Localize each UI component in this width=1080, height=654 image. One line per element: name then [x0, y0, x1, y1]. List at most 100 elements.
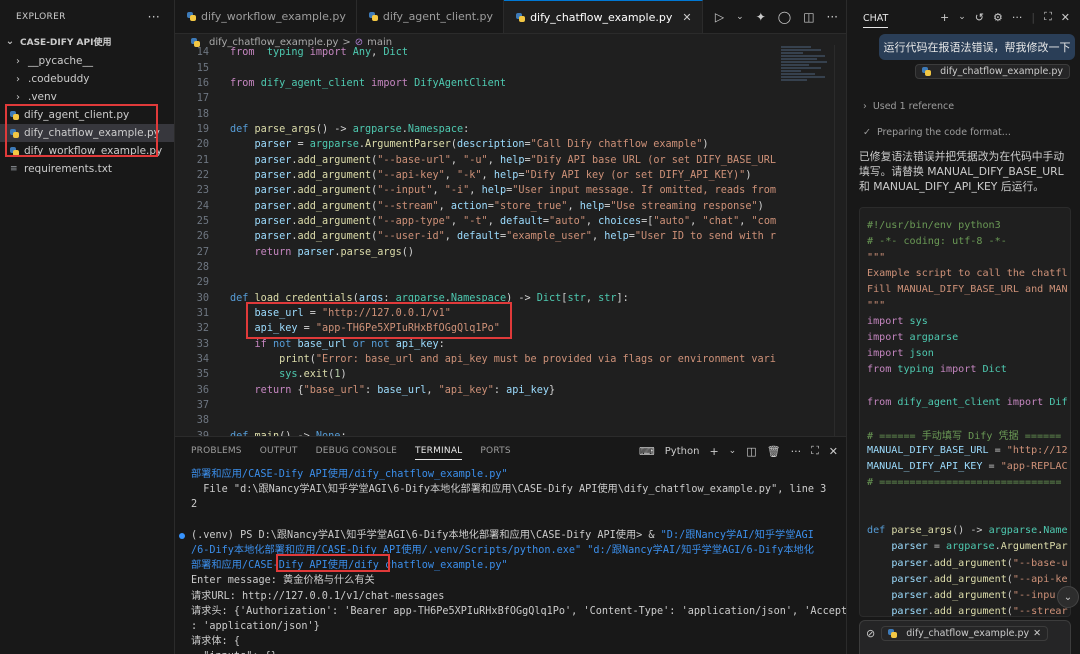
line-number: 31 — [196, 308, 209, 320]
explorer-sidebar: EXPLORER ··· ⌄ CASE-DIFY API使用 › __pycach… — [0, 0, 175, 654]
line-number: 21 — [196, 154, 209, 166]
chat-title[interactable]: CHAT — [863, 13, 889, 28]
more-actions-icon[interactable]: ··· — [1012, 11, 1023, 24]
chat-actions: + ⌄ ↺ ⚙ ··· | ⛶ ✕ — [940, 0, 1070, 34]
progress-status-label: Preparing the code format... — [876, 127, 1011, 138]
code-line: 16 from dify_agent_client import DifyAgen… — [175, 76, 781, 91]
terminal-shell-label[interactable]: Python — [665, 446, 700, 457]
run-icon[interactable]: ▷ — [715, 10, 724, 24]
code-line: parser. add_argument("--inpu — [891, 589, 1056, 601]
attached-file-chip[interactable]: dify_chatflow_example.py — [915, 64, 1070, 79]
code-text: return {"base_url": base_url, "api_key":… — [254, 384, 556, 396]
tree-item[interactable]: › __pycache__ — [0, 52, 174, 70]
more-actions-icon[interactable]: ··· — [791, 445, 802, 458]
bottom-panel: PROBLEMS OUTPUT DEBUG CONSOLE TERMINAL PORTS… — [175, 436, 854, 654]
code-text: parser.add_argument("--user-id", default… — [254, 231, 776, 243]
more-actions-icon[interactable]: ··· — [148, 10, 160, 24]
editor-tab[interactable]: dify_workflow_example.py — [175, 0, 357, 33]
panel-tab[interactable]: TERMINAL — [415, 446, 463, 460]
attach-icon[interactable]: ⊘ — [866, 627, 875, 640]
sparkle-icon[interactable]: ✦ — [756, 10, 766, 24]
line-number: 34 — [196, 354, 209, 366]
code-line: 14 from typing import Any, Dict — [175, 45, 781, 60]
terminal-line: 请求头: {'Authorization': 'Bearer app-TH6Pe… — [191, 605, 854, 617]
maximize-panel-icon[interactable]: ⛶ — [811, 444, 819, 458]
close-panel-icon[interactable]: ✕ — [829, 445, 838, 458]
editor-tab-label: dify_workflow_example.py — [201, 10, 346, 23]
maximize-icon[interactable]: ⛶ — [1044, 10, 1052, 24]
divider: | — [1031, 10, 1036, 24]
tree-item[interactable]: › .codebuddy — [0, 70, 174, 88]
code-line: 21 parser.add_argument("--base-url", "-u… — [175, 152, 781, 167]
terminal-line: 请求URL: http://127.0.0.1/v1/chat-messages — [191, 590, 445, 602]
chevron-down-icon[interactable]: ⌄ — [958, 12, 966, 22]
context-file-label: dify_chatflow_example.py — [906, 628, 1030, 639]
code-text: parser.add_argument("--api-key", "-k", h… — [254, 169, 752, 181]
code-line: 26 parser.add_argument("--user-id", defa… — [175, 229, 781, 244]
code-text: sys.exit(1) — [279, 369, 347, 381]
panel-tab[interactable]: DEBUG CONSOLE — [316, 446, 397, 456]
user-message: 运行代码在报语法错误，帮我修改一下 — [879, 34, 1075, 60]
code-view[interactable]: 14 from typing import Any, Dict 15 16 from d… — [175, 45, 781, 436]
gear-icon[interactable]: ⚙ — [993, 11, 1003, 24]
terminal-line: (.venv) PS D:\跟Nancy学AI\知乎学堂AGI\6-Dify本地… — [191, 529, 814, 541]
python-file-icon — [187, 12, 196, 21]
code-line: 25 parser.add_argument("--app-type", "-t… — [175, 214, 781, 229]
panel-tab[interactable]: OUTPUT — [260, 446, 298, 456]
close-icon[interactable]: ✕ — [1033, 628, 1041, 639]
workspace-root-label: CASE-DIFY API使用 — [20, 37, 112, 48]
code-line: 17 — [175, 91, 781, 106]
line-number: 32 — [196, 323, 209, 335]
code-line: import argparse — [867, 332, 959, 344]
chevron-down-icon[interactable]: ⌄ — [729, 446, 737, 456]
code-line: 19 def parse_args() -> argparse.Namespace… — [175, 122, 781, 137]
history-icon[interactable]: ↺ — [975, 11, 984, 24]
chevron-down-icon[interactable]: ⌄ — [736, 12, 744, 22]
line-number: 29 — [196, 277, 209, 289]
code-line: 29 — [175, 275, 781, 290]
editor-scrollbar[interactable] — [834, 45, 846, 436]
terminal-line: File "d:\跟Nancy学AI\知乎学堂AGI\6-Dify本地化部署和应… — [191, 484, 827, 496]
code-line: 24 parser.add_argument("--stream", actio… — [175, 198, 781, 213]
new-terminal-icon[interactable]: + — [709, 445, 718, 458]
code-text: parser.add_argument("--app-type", "-t", … — [254, 215, 777, 227]
line-number: 27 — [196, 246, 209, 258]
code-text: return parser.parse_args() — [254, 246, 415, 258]
split-editor-icon[interactable]: ◫ — [803, 10, 814, 24]
scroll-down-button[interactable]: ⌄ — [1057, 586, 1079, 608]
code-text: from typing import Any, Dict — [230, 47, 408, 59]
editor-tab[interactable]: dify_chatflow_example.py ✕ — [504, 0, 703, 33]
code-line: 22 parser.add_argument("--api-key", "-k"… — [175, 168, 781, 183]
chat-input[interactable]: ⊘ dify_chatflow_example.py ✕ — [859, 620, 1071, 654]
used-reference-label: Used 1 reference — [872, 101, 955, 112]
panel-actions: ⌨ Python + ⌄ ◫ 🗑 ··· ⛶ ✕ — [639, 437, 838, 465]
more-actions-icon[interactable]: ··· — [827, 10, 838, 24]
split-terminal-icon[interactable]: ◫ — [746, 445, 756, 458]
editor-tab[interactable]: dify_agent_client.py — [357, 0, 505, 33]
minimap[interactable] — [781, 45, 831, 125]
circle-icon[interactable]: ◯ — [778, 10, 791, 24]
assistant-response: 已修复语法错误并把凭据改为在代码中手动填写。请替换 MANUAL_DIFY_BA… — [859, 150, 1065, 193]
code-line: # ============================== — [867, 477, 1062, 489]
workspace-root[interactable]: ⌄ CASE-DIFY API使用 — [0, 34, 174, 48]
trash-icon[interactable]: 🗑 — [767, 445, 781, 458]
code-text: parser.add_argument("--input", "-i", hel… — [254, 185, 776, 197]
response-code-block[interactable]: #!/usr/bin/env python3 # -*- coding: utf-… — [859, 207, 1071, 617]
code-line: Fill MANUAL_DIFY_BASE_URL and MAN — [867, 283, 1068, 295]
explorer-title: EXPLORER — [16, 12, 66, 22]
tree-item[interactable]: ≡ requirements.txt — [0, 160, 174, 178]
new-chat-icon[interactable]: + — [940, 11, 949, 24]
code-line: # ====== 手动填写 Dify 凭据 ====== — [867, 430, 1062, 442]
code-text: from dify_agent_client import DifyAgentC… — [230, 77, 507, 89]
panel-tab[interactable]: PORTS — [480, 446, 510, 456]
close-icon[interactable]: ✕ — [682, 11, 691, 24]
panel-tab[interactable]: PROBLEMS — [191, 446, 242, 456]
highlight-box-credentials — [246, 302, 512, 339]
command-status-icon — [179, 533, 185, 539]
close-icon[interactable]: ✕ — [1061, 11, 1070, 24]
highlight-box-message — [276, 554, 390, 572]
context-file-chip[interactable]: dify_chatflow_example.py ✕ — [881, 626, 1049, 641]
used-reference[interactable]: › Used 1 reference — [863, 101, 954, 112]
